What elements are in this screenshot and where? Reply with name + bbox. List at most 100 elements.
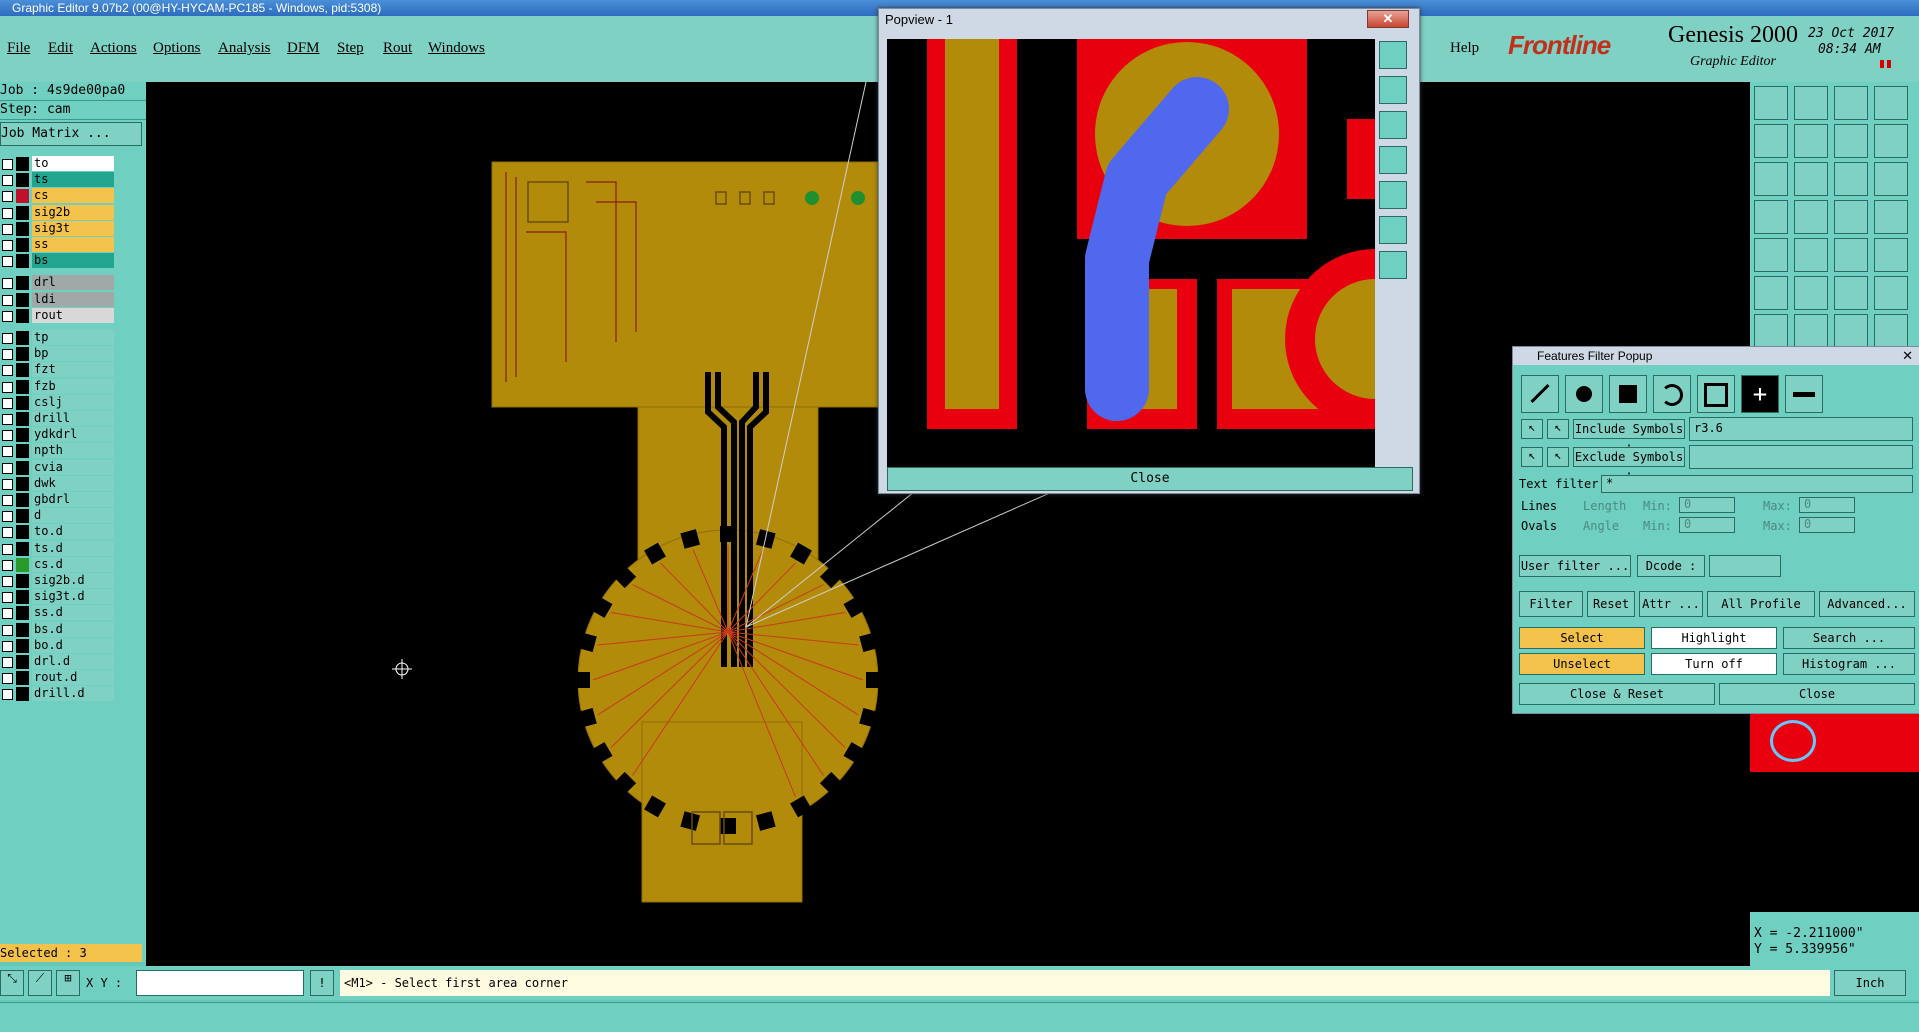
tool-icon[interactable]	[1794, 200, 1828, 234]
menu-rout[interactable]: Rout	[383, 40, 412, 57]
layer-name[interactable]: ss.d	[32, 605, 114, 621]
layer-color-swatch[interactable]	[16, 671, 29, 686]
layer-row[interactable]: cslj	[0, 394, 116, 411]
layer-color-swatch[interactable]	[16, 606, 29, 621]
layer-checkbox[interactable]	[2, 624, 13, 636]
layer-name[interactable]: ts.d	[32, 540, 114, 556]
layer-checkbox[interactable]	[2, 462, 13, 474]
layer-checkbox[interactable]	[2, 381, 13, 393]
layer-color-swatch[interactable]	[16, 276, 29, 291]
layer-name[interactable]: drl.d	[32, 654, 114, 669]
layer-row[interactable]: d	[0, 508, 116, 524]
layer-row[interactable]: npth	[0, 443, 116, 459]
layer-row[interactable]: ydkdrl	[0, 427, 116, 443]
positive-polarity-icon[interactable]: +	[1741, 375, 1779, 413]
layer-checkbox[interactable]	[2, 673, 13, 685]
layer-name[interactable]: ydkdrl	[32, 427, 114, 443]
popview-tool-icon[interactable]	[1379, 111, 1407, 139]
tool-icon[interactable]	[1834, 276, 1868, 310]
text-feature-icon[interactable]	[1697, 375, 1735, 413]
layer-name[interactable]: bp	[32, 346, 114, 362]
layer-name[interactable]: fzb	[32, 378, 114, 394]
layer-name[interactable]: cslj	[32, 394, 114, 410]
popview-close-button[interactable]: Close	[887, 467, 1413, 491]
ovals-checkbox[interactable]: Ovals	[1521, 519, 1557, 533]
tool-icon[interactable]	[1874, 276, 1908, 310]
tool-icon[interactable]	[1754, 86, 1788, 120]
tool-icon[interactable]	[1754, 276, 1788, 310]
menu-file[interactable]: File	[7, 40, 30, 57]
popview-tool-icon[interactable]	[1379, 146, 1407, 174]
length-min-input[interactable]: 0	[1679, 497, 1735, 513]
layer-row[interactable]: ts.d	[0, 540, 116, 557]
layer-color-swatch[interactable]	[16, 525, 29, 540]
menu-windows[interactable]: Windows	[428, 40, 485, 57]
layer-color-swatch[interactable]	[16, 379, 29, 394]
layer-checkbox[interactable]	[2, 495, 13, 506]
layer-checkbox[interactable]	[2, 446, 13, 458]
layer-checkbox[interactable]	[2, 527, 13, 539]
dcode-input[interactable]	[1709, 555, 1781, 577]
layer-name[interactable]: dwk	[32, 475, 114, 491]
layer-checkbox[interactable]	[2, 511, 13, 523]
layer-color-swatch[interactable]	[16, 189, 29, 204]
layer-checkbox[interactable]	[2, 640, 13, 652]
layer-name[interactable]: rout.d	[32, 670, 114, 686]
layer-checkbox[interactable]	[2, 397, 13, 409]
tool-icon[interactable]	[1794, 276, 1828, 310]
layer-checkbox[interactable]	[2, 223, 13, 235]
histogram-button[interactable]: Histogram ...	[1783, 653, 1915, 675]
layer-color-swatch[interactable]	[16, 157, 29, 171]
layer-color-swatch[interactable]	[16, 557, 29, 572]
layer-name[interactable]: bo.d	[32, 637, 114, 653]
length-max-input[interactable]: 0	[1799, 497, 1855, 513]
layer-checkbox[interactable]	[2, 657, 13, 668]
tool-icon[interactable]	[1754, 162, 1788, 196]
layer-name[interactable]: tp	[32, 330, 114, 345]
grid-icon[interactable]: ⊞	[56, 970, 80, 996]
layer-color-swatch[interactable]	[16, 460, 29, 475]
layer-checkbox[interactable]	[2, 592, 13, 604]
layer-name[interactable]: gbdrl	[32, 492, 114, 507]
layer-row[interactable]: drl	[0, 275, 116, 291]
layer-color-swatch[interactable]	[16, 687, 29, 702]
layer-color-swatch[interactable]	[16, 331, 29, 345]
filter-close-icon[interactable]: ✕	[1902, 347, 1913, 365]
unselect-button[interactable]: Unselect	[1519, 653, 1645, 675]
layer-row[interactable]: cs	[0, 188, 116, 204]
search-button[interactable]: Search ...	[1783, 627, 1915, 649]
layer-row[interactable]: drill.d	[0, 686, 116, 702]
layer-row[interactable]: sig2b	[0, 204, 116, 221]
layer-name[interactable]: cs	[32, 188, 114, 204]
layer-name[interactable]: fzt	[32, 362, 114, 378]
layer-checkbox[interactable]	[2, 310, 13, 322]
units-select[interactable]: Inch	[1834, 970, 1906, 996]
layer-checkbox[interactable]	[2, 349, 13, 361]
negative-polarity-icon[interactable]	[1785, 375, 1823, 413]
layer-row[interactable]: bs	[0, 253, 116, 269]
menu-step[interactable]: Step	[337, 40, 364, 57]
layer-name[interactable]: to	[32, 156, 114, 171]
all-profile-select[interactable]: All Profile	[1707, 591, 1815, 617]
popview-tool-icon[interactable]	[1379, 181, 1407, 209]
layer-color-swatch[interactable]	[16, 292, 29, 307]
layer-color-swatch[interactable]	[16, 395, 29, 410]
popview-tool-icon[interactable]	[1379, 251, 1407, 279]
tool-icon[interactable]	[1834, 238, 1868, 272]
layer-checkbox[interactable]	[2, 294, 13, 306]
menu-analysis[interactable]: Analysis	[218, 40, 271, 57]
layer-name[interactable]: drill.d	[32, 686, 114, 702]
exclude-pick-icon[interactable]: ↖	[1521, 447, 1543, 467]
layer-color-swatch[interactable]	[16, 428, 29, 443]
layer-row[interactable]: sig2b.d	[0, 573, 116, 589]
layer-color-swatch[interactable]	[16, 541, 29, 556]
layer-checkbox[interactable]	[2, 256, 13, 268]
reset-button[interactable]: Reset	[1587, 591, 1635, 617]
layer-row[interactable]: drill	[0, 411, 116, 427]
highlight-button[interactable]: Highlight	[1651, 627, 1777, 649]
layer-checkbox[interactable]	[2, 175, 13, 187]
layer-row[interactable]: cvia	[0, 459, 116, 476]
layer-color-swatch[interactable]	[16, 493, 29, 507]
layer-name[interactable]: d	[32, 508, 114, 524]
layer-color-swatch[interactable]	[16, 638, 29, 653]
